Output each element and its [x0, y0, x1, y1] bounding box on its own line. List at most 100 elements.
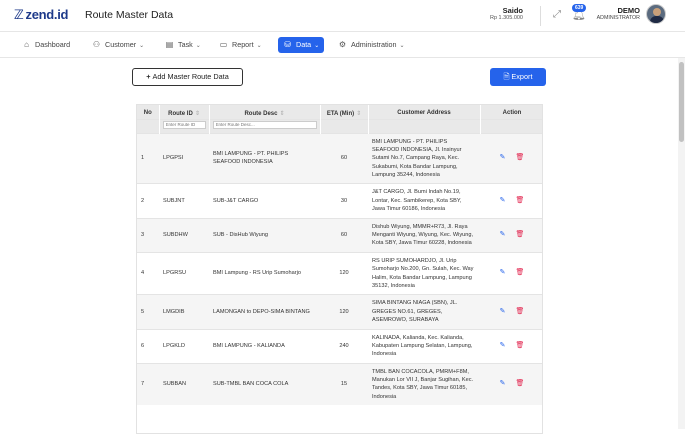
sort-icon: ⇕ — [356, 110, 362, 117]
cell-eta: 60 — [320, 217, 368, 253]
cell-no: 2 — [137, 183, 159, 219]
add-route-button[interactable]: + Add Master Route Data — [132, 68, 243, 86]
top-bar: ℤzend.id Route Master Data Saido Rp 1.30… — [0, 0, 685, 32]
cell-no: 1 — [137, 132, 159, 184]
trash-icon[interactable]: 🗑︎ — [515, 308, 524, 315]
plus-icon: + — [146, 72, 151, 81]
edit-icon[interactable]: ✎ — [500, 197, 506, 204]
sort-icon: ⇕ — [194, 110, 200, 117]
cell-no: 6 — [137, 328, 159, 364]
trash-icon[interactable]: 🗑︎ — [515, 197, 524, 204]
cell-route-id: LPGKLD — [159, 328, 209, 364]
account-name: Saido — [502, 6, 523, 15]
cell-no: 3 — [137, 217, 159, 253]
cell-action: ✎ 🗑︎ — [480, 362, 542, 406]
chevron-down-icon: ⌄ — [399, 43, 405, 49]
cell-route-id: LPGPSI — [159, 132, 209, 184]
cell-route-desc: BMI LAMPUNG - PT. PHILIPS SEAFOOD INDONE… — [209, 132, 320, 184]
cell-route-desc: LAMONGAN to DEPO-SIMA BINTANG — [209, 294, 320, 330]
cell-address: BMI LAMPUNG - PT. PHILIPS SEAFOOD INDONE… — [368, 132, 480, 184]
trash-icon[interactable]: 🗑︎ — [515, 154, 524, 161]
cell-eta: 120 — [320, 294, 368, 330]
account-balance: Rp 1.305.000 — [489, 15, 523, 21]
cell-route-id: LPGRSU — [159, 251, 209, 295]
sort-icon: ⇕ — [279, 110, 285, 117]
edit-icon[interactable]: ✎ — [500, 231, 506, 238]
edit-icon[interactable]: ✎ — [500, 342, 506, 349]
notification-count-badge: 639 — [572, 4, 587, 12]
cell-address: TMBL BAN COCACOLA, PMRM+F8M, Manukan Lor… — [368, 362, 480, 406]
nav-data[interactable]: ⛁ Data ⌄ — [278, 37, 325, 53]
column-header-eta[interactable]: ETA (Min) ⇕ — [320, 105, 369, 119]
cell-route-desc: SUB - DisHub Wiyung — [209, 217, 320, 253]
page-title: Route Master Data — [85, 9, 174, 21]
cell-eta: 60 — [320, 132, 368, 184]
cell-action: ✎ 🗑︎ — [480, 217, 542, 253]
table-row: 1 LPGPSI BMI LAMPUNG - PT. PHILIPS SEAFOOD… — [137, 132, 542, 184]
cell-no: 4 — [137, 251, 159, 295]
users-icon: ⚇ — [92, 40, 101, 49]
column-header-no: No — [137, 105, 160, 119]
nav-dashboard[interactable]: ⌂ Dashboard — [22, 37, 70, 53]
route-id-filter-input[interactable] — [162, 120, 206, 129]
cell-no: 5 — [137, 294, 159, 330]
chevron-down-icon: ⌄ — [314, 43, 320, 49]
cell-eta: 15 — [320, 362, 368, 406]
table-row: 4 LPGRSU BMI Lampung - RS Urip Sumoharjo 12… — [137, 251, 542, 295]
fullscreen-icon[interactable]: ⤢ — [551, 9, 563, 21]
table-row: 7 SUBBAN SUB-TMBL BAN COCA COLA 15 TMBL BAN … — [137, 362, 542, 406]
cell-action: ✎ 🗑︎ — [480, 132, 542, 184]
avatar[interactable] — [646, 4, 666, 24]
cell-eta: 120 — [320, 251, 368, 295]
table-row: 3 SUBDHW SUB - DisHub Wiyung 60 Dishub Wiyun… — [137, 217, 542, 253]
cell-eta: 240 — [320, 328, 368, 364]
route-desc-filter-input[interactable] — [212, 120, 317, 129]
cell-action: ✎ 🗑︎ — [480, 251, 542, 295]
cell-route-id: SUBJNT — [159, 183, 209, 219]
cell-address: RS URIP SUMOHARDJO, Jl. Urip Sumoharjo N… — [368, 251, 480, 295]
edit-icon[interactable]: ✎ — [500, 154, 506, 161]
edit-icon[interactable]: ✎ — [500, 269, 506, 276]
cell-route-desc: BMI Lampung - RS Urip Sumoharjo — [209, 251, 320, 295]
column-header-route-id[interactable]: Route ID ⇕ — [159, 105, 210, 119]
route-table: No Route ID ⇕ Route Desc ⇕ ETA (Min) ⇕ Cust… — [136, 104, 543, 434]
cell-action: ✎ 🗑︎ — [480, 328, 542, 364]
cell-address: J&T CARGO, Jl. Bumi Indah No.19, Lontar,… — [368, 183, 480, 219]
cell-route-desc: SUB-TMBL BAN COCA COLA — [209, 362, 320, 406]
column-header-action: Action — [480, 105, 542, 119]
column-header-address: Customer Address — [368, 105, 481, 119]
cell-address: KALINADA, Kalianda, Kec. Kalianda, Kabup… — [368, 328, 480, 364]
scrollbar-thumb[interactable] — [679, 62, 684, 142]
table-row: 6 LPGKLD BMI LAMPUNG - KALIANDA 240 KALINADA… — [137, 328, 542, 364]
cell-route-id: SUBBAN — [159, 362, 209, 406]
cell-route-id: SUBDHW — [159, 217, 209, 253]
home-icon: ⌂ — [24, 40, 29, 49]
chevron-down-icon: ⌄ — [195, 43, 201, 49]
nav-administration[interactable]: ⚙ Administration ⌄ — [338, 37, 405, 53]
table-row: 5 LMGDIB LAMONGAN to DEPO-SIMA BINTANG 120 S… — [137, 294, 542, 330]
clipboard-icon: ▤ — [165, 40, 174, 49]
trash-icon[interactable]: 🗑︎ — [515, 342, 524, 349]
nav-task[interactable]: ▤ Task ⌄ — [165, 37, 201, 53]
chevron-down-icon: ⌄ — [256, 43, 262, 49]
database-icon: ⛁ — [284, 40, 291, 49]
edit-icon[interactable]: ✎ — [500, 308, 506, 315]
edit-icon[interactable]: ✎ — [500, 380, 506, 387]
user-display-name: DEMO — [617, 6, 641, 15]
header-divider — [540, 6, 541, 26]
logo-mark-icon: ℤ — [14, 7, 24, 22]
gear-icon: ⚙ — [338, 40, 347, 49]
trash-icon[interactable]: 🗑︎ — [515, 231, 524, 238]
main-nav: ⌂ Dashboard ⚇ Customer ⌄ ▤ Task ⌄ ▭ Report ⌄ ⛁ D… — [0, 32, 685, 58]
trash-icon[interactable]: 🗑︎ — [515, 269, 524, 276]
chevron-down-icon: ⌄ — [139, 43, 145, 49]
nav-report[interactable]: ▭ Report ⌄ — [219, 37, 262, 53]
export-button[interactable]: 🗎︎ Export — [490, 68, 546, 86]
cell-route-id: LMGDIB — [159, 294, 209, 330]
column-header-route-desc[interactable]: Route Desc ⇕ — [209, 105, 321, 119]
table-row: 2 SUBJNT SUB-J&T CARGO 30 J&T CARGO, Jl. Bum… — [137, 183, 542, 219]
trash-icon[interactable]: 🗑︎ — [515, 380, 524, 387]
nav-customer[interactable]: ⚇ Customer ⌄ — [92, 37, 144, 53]
zend-logo[interactable]: ℤzend.id — [14, 7, 69, 23]
user-role: ADMINISTRATOR — [596, 15, 640, 21]
